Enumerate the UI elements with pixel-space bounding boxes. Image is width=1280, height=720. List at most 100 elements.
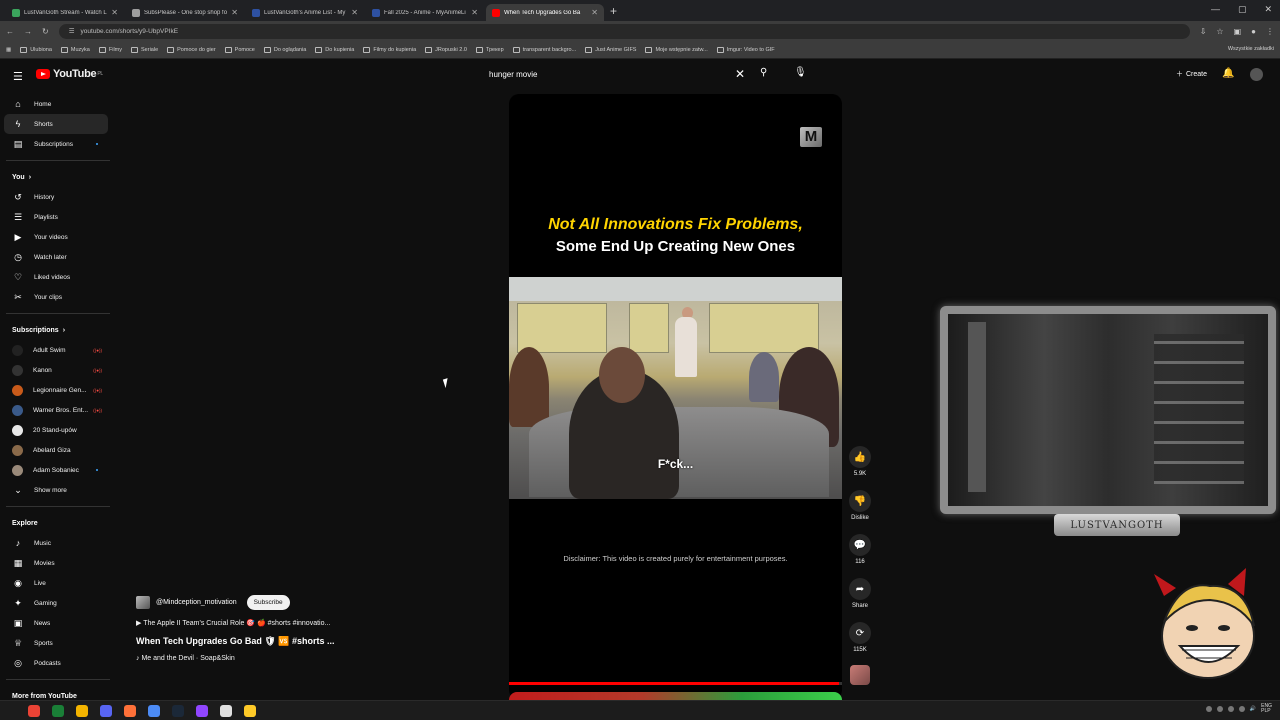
subscription-channel[interactable]: Warner Bros. Ent... ((●)) [0,400,116,420]
sidebar-item-playlists[interactable]: ☰ Playlists [0,207,116,227]
bookmark-item[interactable]: Imgur: Video to GIF [716,46,775,53]
bookmark-item[interactable]: Muzyka [60,46,90,53]
channel-name[interactable]: @Mindception_motivation [156,599,237,606]
bookmark-item[interactable]: JRopuski 2.0 [425,46,467,53]
sidebar-item-live[interactable]: ◉ Live [0,573,116,593]
forward-icon[interactable]: → [24,27,32,36]
profile-icon[interactable]: ● [1251,27,1256,36]
close-window-icon[interactable]: ✕ [1264,4,1272,15]
microphone-icon[interactable]: 🎙 [794,67,807,78]
bookmark-item[interactable]: Seriale [131,46,158,53]
taskbar-app-icon[interactable] [172,704,184,717]
taskbar-app-icon[interactable] [196,704,208,717]
bookmark-item[interactable]: transparent backgro... [512,46,576,53]
taskbar-app-icon[interactable] [52,704,64,717]
sidebar-item-your-clips[interactable]: ✂ Your clips [0,287,116,307]
reload-icon[interactable]: ↻ [42,27,49,36]
input-language[interactable]: ENG PLP [1261,704,1272,714]
clear-search-icon[interactable]: ✕ [735,67,745,81]
sidebar-item-home[interactable]: ⌂ Home [0,94,116,114]
close-tab-icon[interactable]: ✕ [111,8,118,17]
close-tab-icon[interactable]: ✕ [591,8,598,17]
related-video-link[interactable]: ▶ The Apple II Team's Crucial Role 🎯 🍎 #… [136,619,496,627]
sidebar-item-shorts[interactable]: ϟ Shorts [4,114,108,134]
sidebar-item-podcasts[interactable]: ◎ Podcasts [0,653,116,673]
search-input[interactable]: hunger movie ✕ ⚲ [480,63,780,85]
create-button[interactable]: ＋ Create [1168,66,1215,82]
bookmark-item[interactable]: Pomoce do gier [167,46,216,53]
browser-tab[interactable]: Fall 2025 - Anime - MyAnimeLi ✕ [366,4,484,21]
bookmark-item[interactable]: Do oglądania [263,46,306,53]
next-short-preview[interactable] [509,692,842,700]
browser-tab[interactable]: LustVanGoth's Anime List - My ✕ [246,4,364,21]
sidebar-item-history[interactable]: ↺ History [0,187,116,207]
taskbar-app-icon[interactable] [244,704,256,717]
tray-icon[interactable] [1205,706,1212,712]
back-icon[interactable]: ← [6,27,14,36]
video-title[interactable]: When Tech Upgrades Go Bad 🛡 🆚 #shorts ..… [136,636,496,647]
tray-icon[interactable] [1216,706,1223,712]
bookmark-item[interactable]: Just Anime GIFS [585,46,636,53]
taskbar-app-icon[interactable] [100,704,112,717]
bookmark-star-icon[interactable]: ☆ [1216,27,1223,36]
subscription-channel[interactable]: 20 Stand-upów [0,420,116,440]
account-avatar[interactable] [1250,68,1263,81]
sidebar-item-news[interactable]: ▣ News [0,613,116,633]
apps-icon[interactable]: ▦ [6,47,11,53]
like-button[interactable]: 👍 5.9K [844,446,876,490]
taskbar-app-icon[interactable] [220,704,232,717]
close-tab-icon[interactable]: ✕ [231,8,238,17]
taskbar-app-icon[interactable] [148,704,160,717]
sidebar-you-heading[interactable]: You › [0,167,116,187]
dislike-button[interactable]: 👎 Dislike [844,490,876,534]
minimize-icon[interactable]: — [1211,4,1220,15]
notifications-bell-icon[interactable]: 🔔 [1222,68,1234,79]
sidebar-item-music[interactable]: ♪ Music [0,533,116,553]
close-tab-icon[interactable]: ✕ [351,8,358,17]
volume-icon[interactable]: 🔊 [1250,706,1256,712]
remix-button[interactable]: ⟳ 115K [844,622,876,666]
taskbar-app-icon[interactable] [76,704,88,717]
bookmark-item[interactable]: Filmy do kupienia [363,46,416,53]
taskbar-app-icon[interactable] [28,704,40,717]
bookmark-item[interactable]: Pomoce [224,46,255,53]
bookmark-item[interactable]: Do kupienia [315,46,354,53]
browser-menu-icon[interactable]: ⋮ [1266,27,1274,36]
browser-tab[interactable]: LustVanGoth Stream - Watch L ✕ [6,4,124,21]
subscription-channel[interactable]: Legionnaire Gen... ((●)) [0,380,116,400]
taskbar-app-icon[interactable] [124,704,136,717]
video-progress-bar[interactable] [509,682,842,685]
sidebar-item-liked-videos[interactable]: ♡ Liked videos [0,267,116,287]
subscribe-button[interactable]: Subscribe [246,595,290,610]
subscription-channel[interactable]: Kanon ((●)) [0,360,116,380]
hamburger-menu-icon[interactable]: ☰ [13,70,23,83]
search-icon[interactable]: ⚲ [760,67,767,78]
install-icon[interactable]: ⇩ [1200,27,1207,36]
all-bookmarks-link[interactable]: Wszystkie zakładki [1228,46,1274,52]
bookmark-item[interactable]: Ulubiona [20,46,52,53]
sidebar-item-movies[interactable]: ▦ Movies [0,553,116,573]
sidebar-item-gaming[interactable]: ✦ Gaming [0,593,116,613]
channel-avatar[interactable] [136,596,150,609]
youtube-logo[interactable]: YouTube PL [36,68,103,80]
subscription-channel[interactable]: Adam Sobaniec [0,460,116,480]
tray-icon[interactable] [1238,706,1245,712]
shorts-video-player[interactable]: M Not All Innovations Fix Problems, Some… [509,94,842,700]
share-button[interactable]: ➦ Share [844,578,876,622]
new-tab-button[interactable]: + [610,4,617,18]
address-field[interactable]: ☰ youtube.com/shorts/y9-UbpVPIkE [58,23,1190,39]
bookmark-item[interactable]: Moje wstępnie zatw... [645,46,708,53]
sidebar-item-watch-later[interactable]: ◷ Watch later [0,247,116,267]
bookmark-item[interactable]: Filmy [98,46,122,53]
site-info-icon[interactable]: ☰ [69,27,75,35]
browser-tab[interactable]: When Tech Upgrades Go Ba ✕ [486,4,604,21]
browser-tab[interactable]: SubsPlease - One stop shop fo ✕ [126,4,244,21]
sidebar-item-subscriptions[interactable]: ▤ Subscriptions [0,134,116,154]
subscription-channel[interactable]: Abelard Giza [0,440,116,460]
sidebar-subscriptions-heading[interactable]: Subscriptions › [0,320,116,340]
comments-button[interactable]: 💬 116 [844,534,876,578]
sidebar-item-sports[interactable]: ♕ Sports [0,633,116,653]
subscription-channel[interactable]: Adult Swim ((●)) [0,340,116,360]
audio-track-thumbnail[interactable] [850,665,870,685]
maximize-icon[interactable]: ▢ [1238,4,1247,15]
